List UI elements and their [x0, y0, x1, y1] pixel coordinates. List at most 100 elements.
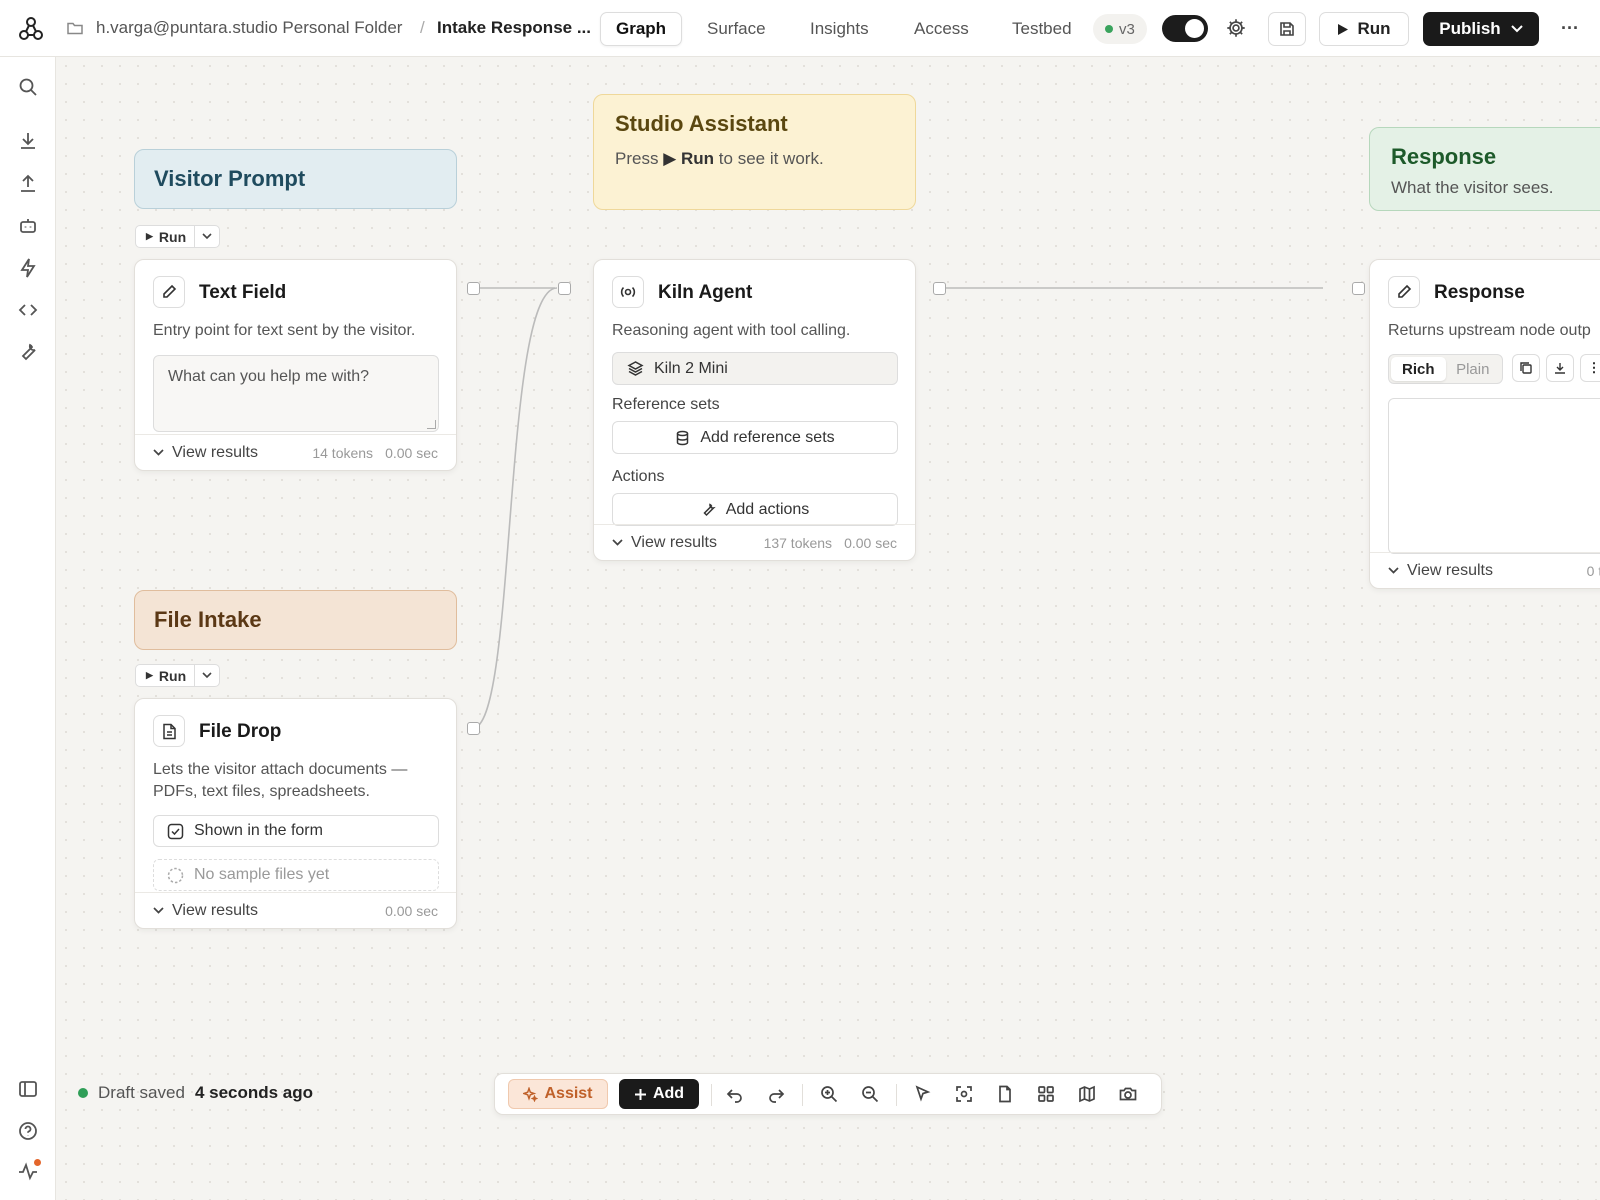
view-results-toggle[interactable]: View results: [153, 444, 258, 462]
chevron-down-icon[interactable]: [195, 665, 219, 686]
version-status-dot: [1105, 25, 1113, 33]
run-button[interactable]: Run: [1319, 12, 1409, 46]
more-options-icon[interactable]: ···: [1558, 16, 1582, 40]
agent-icon: [612, 276, 644, 308]
grid-layout-icon[interactable]: [1036, 1084, 1056, 1104]
download-icon[interactable]: [1546, 354, 1574, 382]
node-title: Response: [1434, 282, 1525, 303]
add-node-button[interactable]: Add: [619, 1079, 699, 1109]
add-actions-button[interactable]: Add actions: [612, 493, 898, 526]
file-icon: [153, 715, 185, 747]
zoom-in-icon[interactable]: [819, 1084, 839, 1104]
upload-icon[interactable]: [17, 173, 39, 195]
node-kiln-agent[interactable]: Kiln Agent Reasoning agent with tool cal…: [593, 259, 916, 561]
view-results-label: View results: [172, 443, 258, 461]
kiln-agent-output-port[interactable]: [933, 282, 946, 295]
tab-graph[interactable]: Graph: [600, 12, 683, 46]
version-badge[interactable]: v3: [1093, 14, 1147, 44]
resize-handle-icon[interactable]: [427, 420, 436, 429]
view-results-toggle[interactable]: View results: [153, 902, 258, 920]
view-results-toggle[interactable]: View results: [612, 534, 717, 552]
toggle-knob: [1185, 19, 1204, 38]
app-logo-icon[interactable]: [18, 16, 44, 42]
assist-button[interactable]: Assist: [508, 1079, 608, 1109]
node-description: Lets the visitor attach documents — PDFs…: [153, 759, 407, 803]
node-text-field[interactable]: Text Field Entry point for text sent by …: [134, 259, 457, 471]
copy-icon[interactable]: [1512, 354, 1540, 382]
undo-icon[interactable]: [725, 1084, 745, 1104]
tab-testbed[interactable]: Testbed: [997, 12, 1087, 46]
node-response[interactable]: Response Returns upstream node outp Rich…: [1369, 259, 1600, 589]
search-icon[interactable]: [17, 76, 39, 98]
note-title: Studio Assistant: [615, 111, 788, 136]
sample-files-dropzone[interactable]: No sample files yet: [153, 859, 439, 891]
zoom-out-icon[interactable]: [860, 1084, 880, 1104]
chevron-down-icon[interactable]: [195, 226, 219, 247]
note-file-intake[interactable]: File Intake: [134, 590, 457, 650]
breadcrumb-folder[interactable]: h.varga@puntara.studio Personal Folder: [96, 18, 402, 38]
kiln-agent-input-port[interactable]: [558, 282, 571, 295]
note-studio-assistant[interactable]: Studio Assistant Press ▶ Run to see it w…: [593, 94, 916, 210]
run-chip-button[interactable]: ▶ Run: [136, 665, 196, 686]
response-output-area[interactable]: [1388, 398, 1600, 554]
mode-plain-option[interactable]: Plain: [1446, 357, 1501, 381]
sample-text-input[interactable]: What can you help me with?: [153, 355, 439, 432]
node-description: Reasoning agent with tool calling.: [612, 322, 851, 339]
help-icon[interactable]: [17, 1120, 39, 1142]
more-vertical-icon[interactable]: ⋮: [1580, 354, 1600, 382]
notification-dot: [34, 1159, 41, 1166]
model-name: Kiln 2 Mini: [654, 359, 728, 377]
breadcrumb-project-title[interactable]: Intake Response ...: [437, 18, 591, 38]
view-results-label: View results: [631, 533, 717, 551]
node-duration: 0.00 sec: [385, 902, 438, 919]
map-icon[interactable]: [1077, 1084, 1097, 1104]
lightning-icon[interactable]: [17, 257, 39, 279]
version-label: v3: [1119, 20, 1135, 38]
model-selector[interactable]: Kiln 2 Mini: [612, 352, 898, 385]
plus-icon: [634, 1088, 647, 1101]
database-icon: [675, 430, 690, 446]
tab-insights[interactable]: Insights: [795, 12, 884, 46]
add-reference-sets-button[interactable]: Add reference sets: [612, 421, 898, 454]
camera-icon[interactable]: [1118, 1084, 1138, 1104]
node-description-line: PDFs, text files, spreadsheets.: [153, 783, 370, 800]
file-drop-output-port[interactable]: [467, 722, 480, 735]
toolbar-divider: [711, 1084, 712, 1106]
file-drop-run-chip[interactable]: ▶ Run: [135, 664, 221, 687]
pointer-icon[interactable]: [913, 1084, 933, 1104]
run-chip-button[interactable]: ▶ Run: [136, 226, 196, 247]
text-field-output-port[interactable]: [467, 282, 480, 295]
node-title: Kiln Agent: [658, 282, 753, 303]
code-icon[interactable]: [17, 299, 39, 321]
text-field-run-chip[interactable]: ▶ Run: [135, 225, 221, 248]
wrench-icon[interactable]: [17, 341, 39, 363]
node-file-drop[interactable]: File Drop Lets the visitor attach docume…: [134, 698, 457, 929]
mode-rich-option[interactable]: Rich: [1391, 357, 1446, 381]
redo-icon[interactable]: [766, 1084, 786, 1104]
document-icon[interactable]: [995, 1084, 1015, 1104]
chevron-down-icon: [1388, 567, 1399, 574]
note-desc-run: Run: [681, 149, 715, 168]
toolbar-divider: [896, 1084, 897, 1106]
draft-status-prefix: Draft saved: [98, 1083, 185, 1102]
play-icon: ▶: [146, 670, 153, 680]
live-toggle[interactable]: [1162, 15, 1208, 42]
note-response[interactable]: Response What the visitor sees.: [1369, 127, 1600, 211]
graph-canvas[interactable]: Visitor Prompt Studio Assistant Press ▶ …: [57, 57, 1600, 1200]
sidebar-toggle-icon[interactable]: [17, 1078, 39, 1100]
settings-gear-icon[interactable]: [1224, 16, 1248, 40]
publish-button[interactable]: Publish: [1423, 12, 1539, 46]
fit-view-icon[interactable]: [954, 1084, 974, 1104]
node-footer: View results 14 tokens 0.00 sec: [135, 434, 456, 470]
view-results-toggle[interactable]: View results: [1388, 562, 1493, 580]
note-title: Response: [1391, 144, 1497, 169]
response-input-port[interactable]: [1352, 282, 1365, 295]
tab-surface[interactable]: Surface: [692, 12, 781, 46]
shown-in-form-checkbox[interactable]: Shown in the form: [153, 815, 439, 847]
view-results-label: View results: [172, 901, 258, 919]
note-visitor-prompt[interactable]: Visitor Prompt: [134, 149, 457, 209]
tab-access[interactable]: Access: [899, 12, 984, 46]
download-icon[interactable]: [17, 130, 39, 152]
save-button[interactable]: [1268, 12, 1306, 46]
bot-icon[interactable]: [17, 215, 39, 237]
